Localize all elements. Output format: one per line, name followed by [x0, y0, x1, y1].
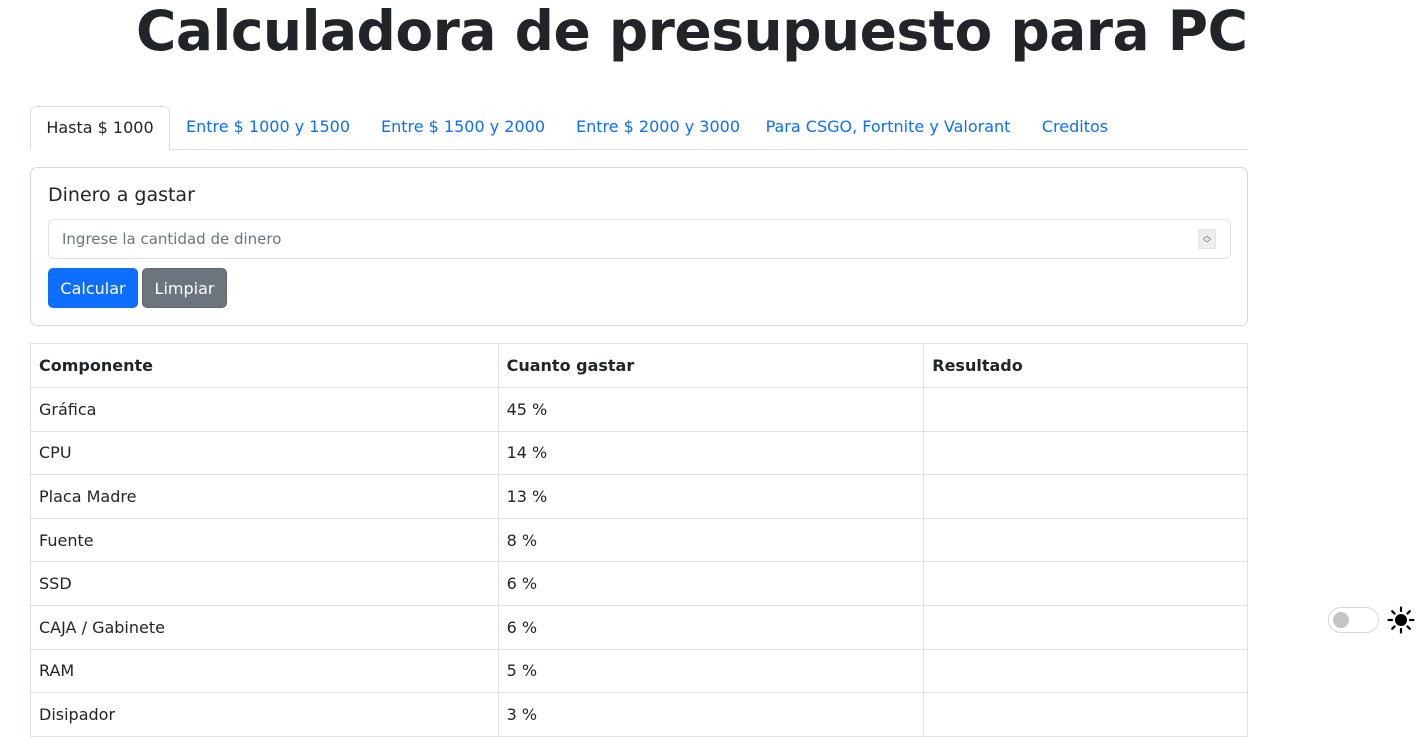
clear-button[interactable]: Limpiar: [142, 268, 227, 308]
tab-csgo-fortnite-valorant[interactable]: Para CSGO, Fortnite y Valorant: [763, 106, 1013, 150]
table-row: Placa Madre 13 %: [30, 474, 1248, 519]
component-cell: SSD: [30, 561, 499, 606]
tab-2000-3000[interactable]: Entre $ 2000 y 3000: [568, 106, 748, 150]
percent-cell: 6 %: [497, 561, 925, 606]
component-cell: Disipador: [30, 692, 499, 737]
money-input[interactable]: [48, 219, 1231, 259]
tab-1000-1500[interactable]: Entre $ 1000 y 1500: [178, 106, 358, 150]
tab-hasta-1000[interactable]: Hasta $ 1000: [30, 106, 170, 151]
component-cell: CPU: [30, 430, 499, 476]
result-cell: [923, 648, 1248, 694]
header-percent: Cuanto gastar: [497, 343, 925, 388]
header-result: Resultado: [923, 343, 1248, 388]
result-cell: [923, 692, 1248, 737]
percent-cell: 8 %: [497, 517, 925, 563]
percent-cell: 6 %: [497, 604, 925, 650]
chevron-down-icon[interactable]: ﹀: [1203, 240, 1211, 248]
table-row: Disipador 3 %: [30, 692, 1248, 737]
percent-cell: 3 %: [497, 692, 925, 737]
tab-creditos[interactable]: Creditos: [1034, 106, 1116, 150]
table-row: Gráfica 45 %: [30, 387, 1248, 432]
result-cell: [923, 561, 1248, 606]
table-row: SSD 6 %: [30, 561, 1248, 606]
result-cell: [923, 474, 1248, 519]
result-cell: [923, 604, 1248, 650]
result-cell: [923, 517, 1248, 563]
number-spinner[interactable]: ︿ ﹀: [1198, 229, 1216, 249]
component-cell: CAJA / Gabinete: [30, 604, 499, 650]
budget-tabs: Hasta $ 1000 Entre $ 1000 y 1500 Entre $…: [30, 106, 1248, 151]
percent-cell: 45 %: [497, 387, 925, 432]
component-cell: RAM: [30, 648, 499, 694]
header-component: Componente: [30, 343, 499, 388]
percent-cell: 5 %: [497, 648, 925, 694]
table-row: CAJA / Gabinete 6 %: [30, 604, 1248, 650]
toggle-knob: [1333, 612, 1349, 628]
component-cell: Fuente: [30, 517, 499, 563]
table-row: RAM 5 %: [30, 648, 1248, 694]
sun-icon: [1387, 606, 1415, 634]
money-label: Dinero a gastar: [48, 184, 195, 206]
percent-cell: 13 %: [497, 474, 925, 519]
table-row: Fuente 8 %: [30, 517, 1248, 563]
component-cell: Placa Madre: [30, 474, 499, 519]
tab-1500-2000[interactable]: Entre $ 1500 y 2000: [373, 106, 553, 150]
dark-mode-toggle[interactable]: [1328, 607, 1379, 633]
component-cell: Gráfica: [30, 387, 499, 432]
calculate-button[interactable]: Calcular: [48, 268, 138, 308]
result-cell: [923, 430, 1248, 476]
table-header-row: Componente Cuanto gastar Resultado: [30, 343, 1248, 388]
result-cell: [923, 387, 1248, 432]
budget-form-card: Dinero a gastar ︿ ﹀ Calcular Limpiar: [30, 167, 1248, 326]
table-row: CPU 14 %: [30, 430, 1248, 476]
page-title: Calculadora de presupuesto para PC: [136, 0, 1248, 63]
percent-cell: 14 %: [497, 430, 925, 476]
budget-table: Componente Cuanto gastar Resultado Gráfi…: [30, 343, 1248, 737]
